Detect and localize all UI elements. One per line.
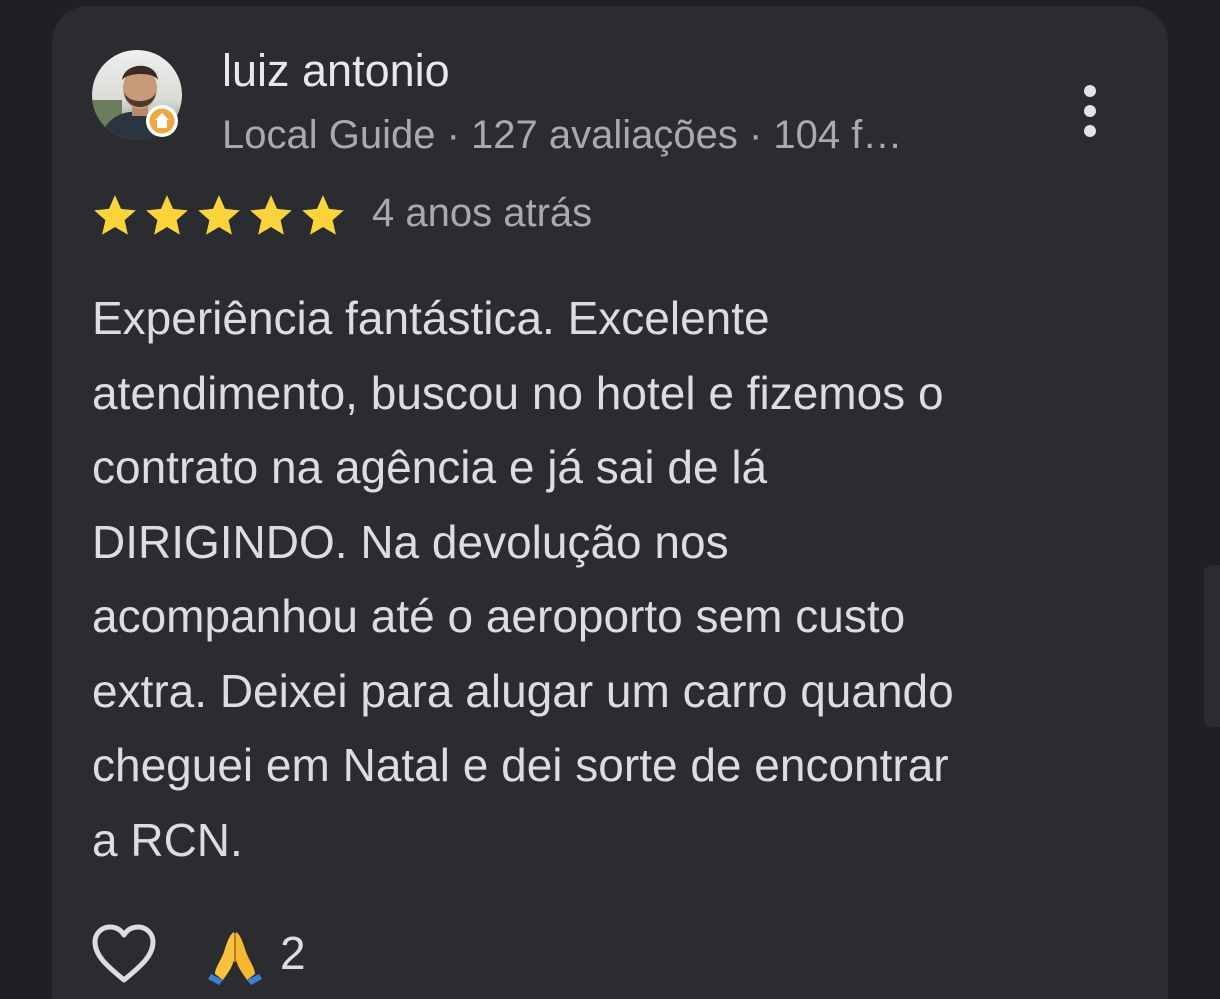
star-icon — [146, 195, 188, 235]
star-icon — [250, 195, 292, 235]
review-text: Experiência fantástica. Excelente atendi… — [92, 292, 954, 866]
heart-outline-icon — [92, 924, 156, 983]
review-card: luiz antonio Local Guide · 127 avaliaçõe… — [52, 6, 1168, 999]
star-icon — [302, 195, 344, 235]
like-button[interactable] — [90, 922, 158, 986]
local-guide-badge — [145, 104, 179, 138]
more-vertical-icon — [1084, 85, 1096, 137]
star-icon — [94, 195, 136, 235]
more-options-button[interactable] — [1070, 82, 1110, 152]
reviewer-name[interactable]: luiz antonio — [222, 44, 450, 98]
star-rating — [90, 193, 348, 239]
adjacent-card-edge — [1204, 565, 1220, 727]
review-date: 4 anos atrás — [372, 191, 593, 235]
reviewer-meta: Local Guide · 127 avaliações · 104 f… — [222, 113, 903, 157]
reaction-count: 2 — [280, 927, 306, 979]
star-icon — [198, 195, 240, 235]
folded-hands-emoji[interactable] — [207, 928, 263, 986]
